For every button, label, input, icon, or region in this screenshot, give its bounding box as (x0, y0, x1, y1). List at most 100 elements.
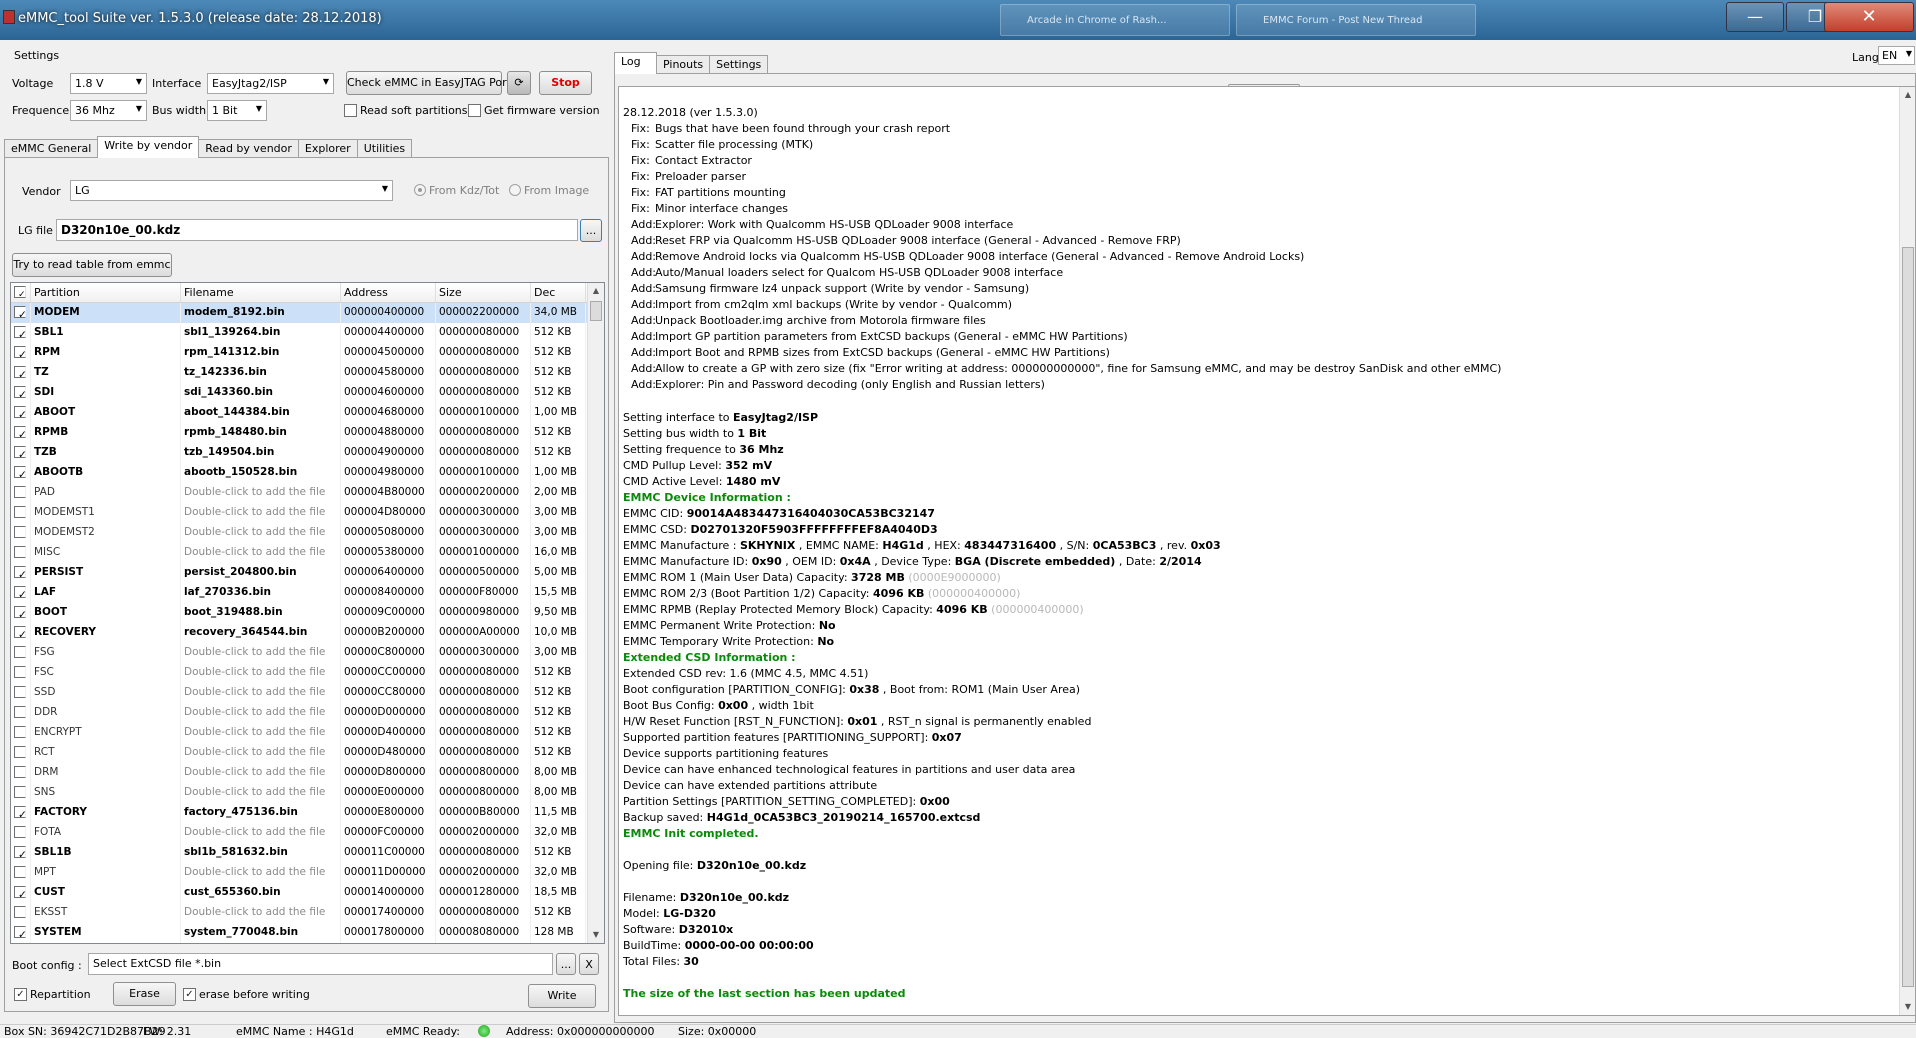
lgfile-input[interactable]: D320n10e_00.kdz (56, 219, 578, 241)
table-row[interactable]: ✓ FACTORY factory_475136.bin 00000E800000 00… (11, 803, 604, 823)
table-row[interactable]: FSG Double-click to add the file 00000C800… (11, 643, 604, 663)
interface-select[interactable]: EasyJtag2/ISP ▼ (207, 73, 334, 94)
row-checkbox[interactable] (14, 766, 26, 778)
header-partition[interactable]: Partition (31, 283, 181, 302)
table-row[interactable]: FOTA Double-click to add the file 00000FC0… (11, 823, 604, 843)
header-address[interactable]: Address (341, 283, 436, 302)
header-filename[interactable]: Filename (181, 283, 341, 302)
log-scroll-thumb[interactable] (1902, 247, 1914, 987)
scroll-down-icon[interactable]: ▼ (1900, 999, 1915, 1015)
table-row[interactable]: ✓ SDI sdi_143360.bin 000004600000 0000000800… (11, 383, 604, 403)
table-row[interactable]: ✓ RECOVERY recovery_364544.bin 00000B200000… (11, 623, 604, 643)
row-checkbox[interactable]: ✓ (14, 566, 26, 578)
row-checkbox[interactable] (14, 826, 26, 838)
row-checkbox[interactable]: ✓ (14, 886, 26, 898)
row-checkbox[interactable] (14, 646, 26, 658)
row-checkbox[interactable]: ✓ (14, 446, 26, 458)
table-row[interactable]: EKSST Double-click to add the file 0000174… (11, 903, 604, 923)
lang-select[interactable]: EN ▼ (1878, 46, 1915, 65)
table-row[interactable]: ✓ RPMB rpmb_148480.bin 000004880000 00000008… (11, 423, 604, 443)
tab-emmc-general[interactable]: eMMC General (4, 139, 99, 158)
table-row[interactable]: SSD Double-click to add the file 00000CC80… (11, 683, 604, 703)
refresh-icon[interactable]: ⟳ (507, 71, 531, 95)
row-checkbox[interactable] (14, 686, 26, 698)
frequence-select[interactable]: 36 Mhz ▼ (70, 100, 147, 121)
taskbar-item-2[interactable]: EMMC Forum - Post New Thread (1236, 4, 1476, 36)
tab-utilities[interactable]: Utilities (356, 139, 413, 158)
read-table-button[interactable]: Try to read table from emmc (12, 253, 172, 277)
table-scrollbar[interactable]: ▲ ▼ (587, 283, 604, 943)
row-checkbox[interactable]: ✓ (14, 806, 26, 818)
minimize-button[interactable]: — (1726, 2, 1784, 32)
scroll-thumb[interactable] (590, 301, 602, 321)
lgfile-browse-button[interactable]: ... (580, 219, 602, 242)
row-checkbox[interactable] (14, 666, 26, 678)
tab-pinouts[interactable]: Pinouts (656, 55, 711, 74)
row-checkbox[interactable] (14, 506, 26, 518)
select-all-checkbox[interactable]: ✓ (14, 286, 26, 298)
taskbar-item-1[interactable]: Arcade in Chrome of Rash... (1000, 4, 1230, 36)
row-checkbox[interactable] (14, 546, 26, 558)
row-checkbox[interactable]: ✓ (14, 366, 26, 378)
tab-write-by-vendor[interactable]: Write by vendor (97, 136, 200, 158)
erase-before-writing-checkbox[interactable]: ✓ (183, 988, 196, 1001)
table-row[interactable]: SNS Double-click to add the file 00000E000… (11, 783, 604, 803)
row-checkbox[interactable] (14, 786, 26, 798)
row-checkbox[interactable]: ✓ (14, 346, 26, 358)
from-image-radio[interactable] (509, 184, 521, 196)
table-row[interactable]: ✓ RPM rpm_141312.bin 000004500000 0000000800… (11, 343, 604, 363)
voltage-select[interactable]: 1.8 V ▼ (70, 73, 147, 94)
from-kdz-radio[interactable] (414, 184, 426, 196)
table-row[interactable]: ✓ MODEM modem_8192.bin 000000400000 00000220… (11, 303, 604, 323)
row-checkbox[interactable] (14, 746, 26, 758)
table-row[interactable]: ✓ ABOOTB abootb_150528.bin 000004980000 0000… (11, 463, 604, 483)
table-row[interactable]: MODEMST2 Double-click to add the file 0000… (11, 523, 604, 543)
scroll-down-icon[interactable]: ▼ (588, 927, 604, 943)
table-row[interactable]: ✓ TZB tzb_149504.bin 000004900000 0000000800… (11, 443, 604, 463)
bootconfig-clear-button[interactable]: X (579, 953, 599, 975)
tab-settings[interactable]: Settings (709, 55, 769, 74)
header-dec[interactable]: Dec (531, 283, 586, 302)
row-checkbox[interactable]: ✓ (14, 846, 26, 858)
row-checkbox[interactable]: ✓ (14, 926, 26, 938)
table-row[interactable]: MPT Double-click to add the file 000011D00… (11, 863, 604, 883)
table-row[interactable]: ✓ CUST cust_655360.bin 000014000000 00000128… (11, 883, 604, 903)
table-row[interactable]: MISC Double-click to add the file 00000538… (11, 543, 604, 563)
row-checkbox[interactable] (14, 486, 26, 498)
row-checkbox[interactable] (14, 906, 26, 918)
table-row[interactable]: ✓ ABOOT aboot_144384.bin 000004680000 000000… (11, 403, 604, 423)
row-checkbox[interactable]: ✓ (14, 406, 26, 418)
read-soft-partitions-checkbox[interactable] (344, 104, 357, 117)
row-checkbox[interactable]: ✓ (14, 326, 26, 338)
close-button[interactable]: ✕ (1824, 2, 1914, 32)
scroll-up-icon[interactable]: ▲ (1900, 87, 1915, 103)
check-emmc-button[interactable]: Check eMMC in EasyJTAG Port (346, 71, 511, 95)
buswidth-select[interactable]: 1 Bit ▼ (207, 100, 267, 121)
row-checkbox[interactable] (14, 706, 26, 718)
row-checkbox[interactable] (14, 726, 26, 738)
row-checkbox[interactable]: ✓ (14, 426, 26, 438)
bootconfig-input[interactable]: Select ExtCSD file *.bin (88, 953, 553, 975)
tab-explorer[interactable]: Explorer (297, 139, 358, 158)
write-button[interactable]: Write (528, 984, 596, 1008)
table-row[interactable]: ✓ LAF laf_270336.bin 000008400000 000000F800… (11, 583, 604, 603)
row-checkbox[interactable]: ✓ (14, 306, 26, 318)
row-checkbox[interactable] (14, 866, 26, 878)
row-checkbox[interactable] (14, 526, 26, 538)
row-checkbox[interactable]: ✓ (14, 606, 26, 618)
row-checkbox[interactable]: ✓ (14, 626, 26, 638)
table-row[interactable]: ENCRYPT Double-click to add the file 00000… (11, 723, 604, 743)
erase-button[interactable]: Erase (113, 982, 176, 1006)
table-row[interactable]: ✓ SBL1 sbl1_139264.bin 000004400000 00000008… (11, 323, 604, 343)
row-checkbox[interactable]: ✓ (14, 586, 26, 598)
table-row[interactable]: FSC Double-click to add the file 00000CC00… (11, 663, 604, 683)
table-row[interactable]: ✓ TZ tz_142336.bin 000004580000 000000080000… (11, 363, 604, 383)
table-row[interactable]: ✓ SBL1B sbl1b_581632.bin 000011C00000 000000… (11, 843, 604, 863)
repartition-checkbox[interactable]: ✓ (14, 988, 27, 1001)
row-checkbox[interactable]: ✓ (14, 466, 26, 478)
tab-read-by-vendor[interactable]: Read by vendor (198, 139, 299, 158)
tab-log[interactable]: Log (614, 52, 657, 74)
vendor-select[interactable]: LG ▼ (70, 180, 393, 201)
get-firmware-version-checkbox[interactable] (468, 104, 481, 117)
table-row[interactable]: PAD Double-click to add the file 000004B80… (11, 483, 604, 503)
